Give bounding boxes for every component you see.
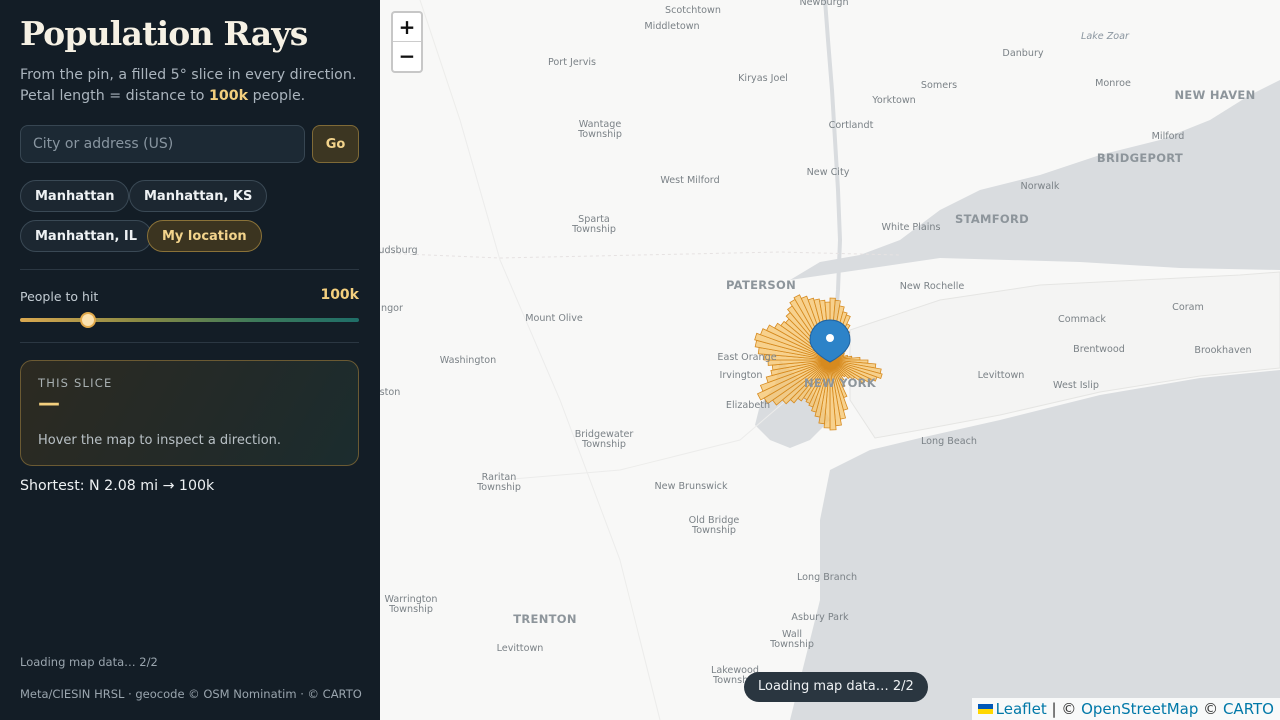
subtitle-suffix: people. [252,88,306,104]
place-label: Levittown [977,370,1025,381]
zoom-out-button[interactable]: − [393,42,421,71]
place-label: Milford [1151,131,1185,142]
chip-manhattan-il[interactable]: Manhattan, IL [20,220,153,252]
carto-link[interactable]: CARTO [1223,700,1274,718]
map[interactable]: Scotchtown Newburgh Middletown Port Jervis K… [380,0,1280,720]
leaflet-link[interactable]: Leaflet [996,700,1047,718]
place-label: Newburgh [799,0,849,8]
place-label: Lake Zoar [1081,31,1129,42]
place-label: Yorktown [872,95,916,106]
place-label: Middletown [644,21,700,32]
place-label: Asbury Park [791,612,849,623]
shortest-readout: Shortest: N 2.08 mi → 100k [20,478,215,494]
place-label: Brookhaven [1194,345,1252,356]
place-label: Elizabeth [725,400,771,411]
chip-manhattan[interactable]: Manhattan [20,180,130,212]
subtitle-prefix: Petal length = distance to [20,88,205,104]
go-button[interactable]: Go [312,125,359,163]
place-label: NEW YORK [803,376,877,390]
attribution-separator: © [1198,700,1223,718]
sidebar: Population Rays From the pin, a filled 5… [0,0,380,720]
subtitle-highlight: 100k [209,88,249,104]
place-label: Mount Olive [525,313,583,324]
divider [20,342,359,343]
zoom-control: + − [391,11,423,73]
place-label: New Rochelle [899,281,965,292]
place-label: udsburg [380,245,418,256]
place-label: ston [380,387,401,398]
place-label: New City [806,167,850,178]
place-label: Somers [920,80,958,91]
place-label: Cortlandt [828,120,874,131]
ukraine-flag-icon [977,704,993,714]
place-label: NEW HAVEN [1174,88,1256,102]
page-title: Population Rays [20,14,308,53]
place-label: Norwalk [1020,181,1060,192]
attribution-separator: | © [1046,700,1082,718]
place-label: Wall Township [770,629,814,650]
loading-status: Loading map data… 2/2 [20,655,158,669]
data-credits: Meta/CIESIN HRSL · geocode © OSM Nominat… [20,687,362,701]
place-label: Washington [439,355,497,366]
place-label: Bridgewater Township [574,429,634,450]
place-label: Commack [1058,314,1106,325]
openstreetmap-link[interactable]: OpenStreetMap [1081,700,1198,718]
place-label: Long Beach [921,436,977,447]
people-label: People to hit [20,289,99,304]
place-label: West Islip [1053,380,1099,391]
chip-manhattan-ks[interactable]: Manhattan, KS [129,180,268,212]
place-label: Irvington [719,370,763,381]
slice-heading: THIS SLICE [38,376,113,390]
place-label: White Plains [881,222,941,233]
water-atlantic [790,370,1280,720]
chip-my-location[interactable]: My location [147,220,262,252]
place-label: Warrington Township [384,594,438,615]
zoom-in-button[interactable]: + [393,13,421,42]
place-label: Wantage Township [578,119,622,140]
search-input[interactable] [20,125,305,163]
place-label: Coram [1172,302,1204,313]
place-label: Brentwood [1073,344,1125,355]
map-attribution: Leaflet | © OpenStreetMap © CARTO [971,698,1280,720]
slice-hint: Hover the map to inspect a direction. [38,433,282,448]
place-label: Sparta Township [572,214,616,235]
place-label: New Brunswick [654,481,728,492]
place-label: Scotchtown [665,5,721,16]
people-value: 100k [320,287,359,303]
place-label: Kiryas Joel [738,73,788,84]
divider [20,269,359,270]
place-label: STAMFORD [954,212,1030,226]
place-label: ngor [381,303,403,314]
slice-value: — [38,391,60,416]
place-label: Port Jervis [547,57,597,68]
subtitle-line-2: Petal length = distance to 100k people. [20,88,305,104]
place-label: PATERSON [725,278,797,292]
people-slider-track[interactable] [20,318,359,322]
place-label: BRIDGEPORT [1096,151,1184,165]
people-slider-thumb[interactable] [79,312,96,328]
place-label: Danbury [1002,48,1044,59]
place-label: Old Bridge Township [688,515,740,536]
place-label: East Orange [717,352,777,363]
subtitle-line-1: From the pin, a filled 5° slice in every… [20,67,357,83]
water-sound [790,80,1280,280]
place-label: Levittown [496,643,544,654]
slice-card: THIS SLICE — Hover the map to inspect a … [20,360,359,466]
place-label: West Milford [660,175,720,186]
loading-pill: Loading map data… 2/2 [744,672,928,702]
place-label: TRENTON [513,612,577,626]
place-label: Long Branch [796,572,858,583]
place-label: Monroe [1095,78,1131,89]
place-label: Raritan Township [477,472,521,493]
